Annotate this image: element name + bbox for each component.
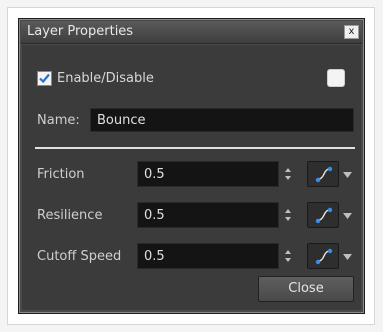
close-window-button[interactable]: x <box>344 25 359 39</box>
function-curve-icon <box>315 248 333 265</box>
friction-function-button[interactable] <box>307 161 339 187</box>
resilience-function-button[interactable] <box>307 202 339 228</box>
resilience-dropdown-icon[interactable] <box>343 213 352 219</box>
cutoff-speed-input[interactable] <box>137 243 279 269</box>
enable-checkbox[interactable] <box>37 71 52 86</box>
close-icon: x <box>348 26 355 37</box>
resilience-stepper-icon[interactable] <box>284 208 292 222</box>
resilience-input[interactable] <box>137 202 279 228</box>
function-curve-icon <box>315 207 333 224</box>
divider <box>35 147 355 149</box>
close-button[interactable]: Close <box>258 276 354 302</box>
cutoff-speed-function-button[interactable] <box>307 243 339 269</box>
resilience-label: Resilience <box>37 208 103 223</box>
friction-input[interactable] <box>137 161 279 187</box>
cutoff-speed-stepper-icon[interactable] <box>284 249 292 263</box>
name-input[interactable] <box>90 108 354 132</box>
cutoff-speed-label: Cutoff Speed <box>37 249 122 264</box>
friction-stepper-icon[interactable] <box>284 167 292 181</box>
name-label: Name: <box>37 113 80 128</box>
friction-label: Friction <box>37 167 85 182</box>
cutoff-speed-dropdown-icon[interactable] <box>343 254 352 260</box>
function-curve-icon <box>315 166 333 183</box>
friction-dropdown-icon[interactable] <box>343 172 352 178</box>
title-bar[interactable]: Layer Properties x <box>21 21 362 44</box>
window-title: Layer Properties <box>27 24 134 39</box>
color-swatch[interactable] <box>327 69 345 87</box>
checkmark-icon <box>39 73 50 84</box>
enable-label: Enable/Disable <box>57 71 154 86</box>
